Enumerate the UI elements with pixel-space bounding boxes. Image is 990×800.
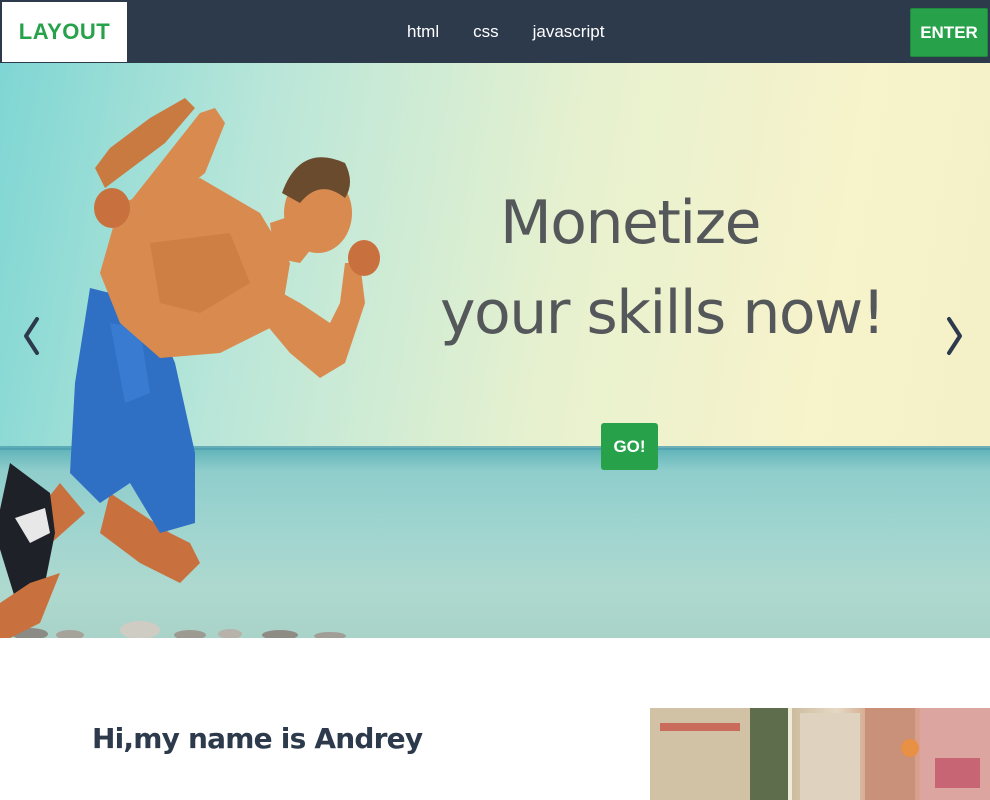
about-photo bbox=[650, 708, 990, 800]
main-nav: html css javascript bbox=[390, 0, 621, 63]
chevron-left-icon bbox=[24, 317, 39, 355]
go-button[interactable]: GO! bbox=[601, 423, 658, 470]
hero-headline-line2: your skills now! bbox=[440, 278, 886, 348]
hero-headline: Monetize your skills now! bbox=[440, 178, 886, 358]
street-photo-image bbox=[650, 708, 990, 800]
enter-button[interactable]: ENTER bbox=[910, 8, 988, 57]
logo-link[interactable]: LAYOUT bbox=[2, 2, 127, 62]
nav-link-javascript[interactable]: javascript bbox=[516, 22, 622, 42]
nav-link-css[interactable]: css bbox=[456, 22, 516, 42]
hero-headline-line1: Monetize bbox=[499, 188, 762, 258]
chevron-right-icon bbox=[947, 317, 962, 355]
top-navbar: LAYOUT html css javascript ENTER bbox=[0, 0, 990, 63]
about-title: Hi,my name is Andrey bbox=[92, 722, 423, 755]
hero-carousel: Monetize your skills now! GO! bbox=[0, 63, 990, 638]
carousel-next-button[interactable] bbox=[940, 311, 970, 361]
nav-link-html[interactable]: html bbox=[390, 22, 456, 42]
carousel-prev-button[interactable] bbox=[16, 311, 46, 361]
runner-photo bbox=[0, 98, 380, 638]
